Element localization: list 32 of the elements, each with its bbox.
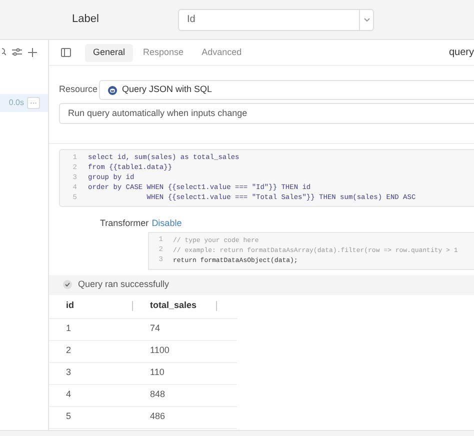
tab[interactable]: Response (135, 44, 192, 62)
column-header[interactable]: total_sales (133, 299, 216, 313)
chevron-down-icon (364, 18, 370, 22)
table-cell-text: 486 (149, 410, 166, 424)
transformer-label: Transformer (100, 217, 149, 230)
table-cell-text: 1100 (149, 344, 170, 358)
tab[interactable]: General (85, 44, 134, 62)
disable-link[interactable]: Disable (152, 217, 182, 230)
table-cell-text: 74 (149, 322, 162, 336)
label-text: Label (72, 12, 100, 28)
search-icon[interactable] (2, 48, 6, 56)
database-icon (108, 86, 117, 94)
duration-text: 0.0s (8, 97, 24, 109)
status-text: Query ran successfully (78, 278, 170, 291)
check-circle-icon (63, 280, 72, 289)
table-cell-text: 5 (65, 410, 72, 424)
label-select[interactable]: Id (178, 8, 374, 30)
table-cell-text: 1 (65, 322, 72, 336)
resource-select[interactable]: Query JSON with SQL (99, 80, 474, 100)
table-cell-text: 3 (65, 366, 72, 380)
table-cell-text: 2 (65, 344, 72, 358)
plus-icon[interactable] (28, 48, 37, 56)
table-cell-text: 4 (65, 388, 72, 402)
table-cell-text: 848 (149, 388, 166, 402)
query-name: query (448, 46, 474, 60)
column-header[interactable]: id (49, 299, 132, 313)
panel-icon[interactable] (61, 48, 71, 57)
sliders-icon[interactable] (12, 48, 22, 56)
trigger-select[interactable]: Run query automatically when inputs change (59, 103, 474, 124)
resource-label: Resource (59, 83, 99, 96)
table-cell-text: 110 (149, 366, 166, 380)
tab[interactable]: Advanced (194, 44, 250, 62)
